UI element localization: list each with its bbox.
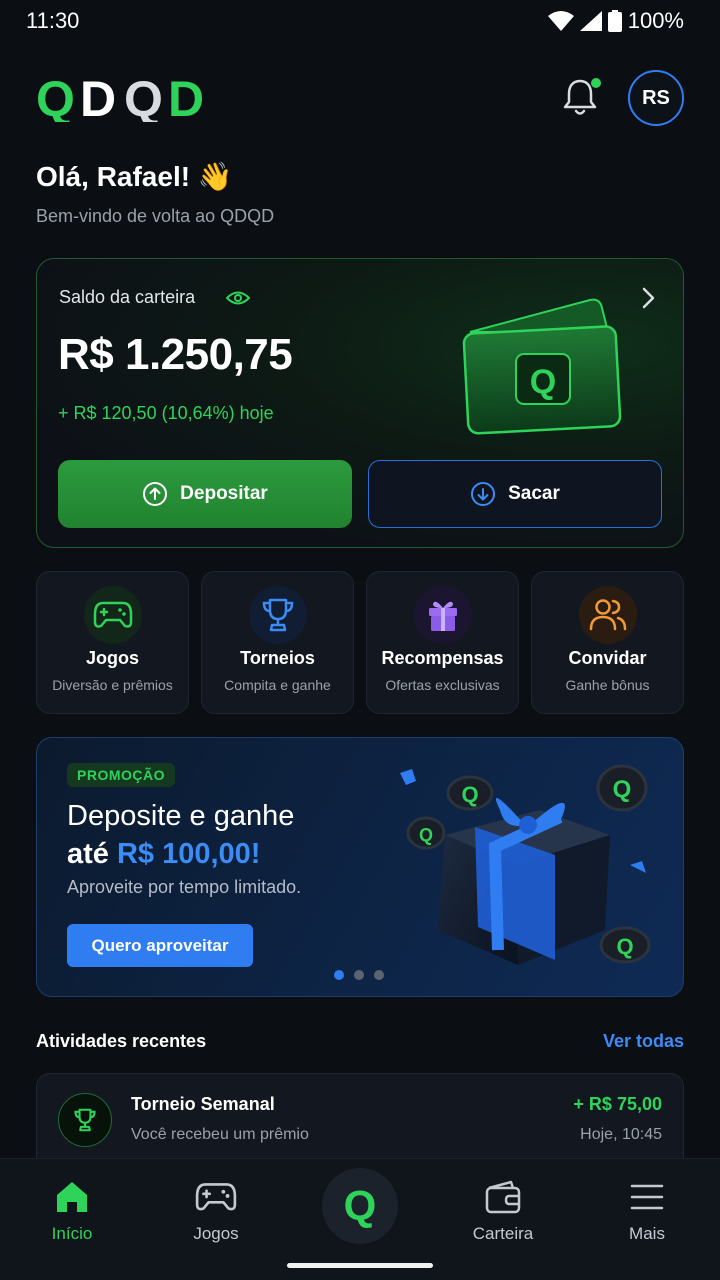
nav-home[interactable]: Início bbox=[17, 1178, 127, 1244]
activity-title: Torneio Semanal bbox=[131, 1094, 275, 1114]
withdraw-button[interactable]: Sacar bbox=[368, 460, 662, 528]
svg-text:Q: Q bbox=[616, 934, 633, 959]
wallet-label: Saldo da carteira bbox=[59, 287, 196, 307]
svg-text:D: D bbox=[168, 72, 204, 122]
gamepad-icon bbox=[195, 1183, 237, 1211]
quick-action-subtitle: Ganhe bônus bbox=[565, 677, 650, 693]
wifi-icon bbox=[547, 11, 574, 31]
quick-action-title: Recompensas bbox=[381, 648, 504, 668]
svg-text:Q: Q bbox=[124, 72, 163, 122]
quick-action-subtitle: Diversão e prêmios bbox=[52, 677, 173, 693]
home-icon bbox=[57, 1182, 87, 1212]
nav-label: Mais bbox=[629, 1224, 665, 1243]
carousel-dot[interactable] bbox=[374, 970, 384, 980]
quick-action-subtitle: Compita e ganhe bbox=[224, 677, 331, 693]
promo-subtitle: Aproveite por tempo limitado. bbox=[67, 877, 302, 897]
qdqd-logo: Q D Q D bbox=[36, 72, 204, 122]
wallet-illustration: Q bbox=[462, 298, 622, 435]
quick-action-tournaments[interactable]: Torneios Compita e ganhe bbox=[201, 571, 354, 714]
gamepad-icon bbox=[83, 586, 142, 644]
svg-text:Q: Q bbox=[36, 72, 75, 122]
eye-icon[interactable] bbox=[226, 289, 250, 307]
status-time: 11:30 bbox=[26, 8, 80, 33]
greeting-subtitle: Bem-vindo de volta ao QDQD bbox=[36, 206, 275, 226]
promo-title: Deposite e ganhe até R$ 100,00! bbox=[67, 797, 294, 873]
wallet-icon bbox=[485, 1180, 521, 1214]
quick-action-rewards[interactable]: Recompensas Ofertas exclusivas bbox=[366, 571, 519, 714]
trophy-icon bbox=[248, 586, 307, 644]
signal-icon bbox=[579, 11, 602, 31]
home-indicator bbox=[287, 1263, 433, 1268]
svg-text:Q: Q bbox=[530, 363, 556, 401]
nav-label: Carteira bbox=[472, 1224, 534, 1243]
avatar[interactable]: RS bbox=[628, 70, 684, 126]
arrow-up-circle-icon bbox=[143, 482, 168, 506]
quick-action-title: Torneios bbox=[240, 648, 315, 668]
q-logo-icon: Q bbox=[344, 1184, 377, 1228]
promo-title-prefix: até bbox=[67, 838, 117, 870]
quick-action-subtitle: Ofertas exclusivas bbox=[385, 677, 500, 693]
nav-games[interactable]: Jogos bbox=[161, 1178, 271, 1244]
quick-action-games[interactable]: Jogos Diversão e prêmios bbox=[36, 571, 189, 714]
nav-label: Início bbox=[51, 1224, 93, 1243]
carousel-dot[interactable] bbox=[354, 970, 364, 980]
nav-more[interactable]: Mais bbox=[592, 1178, 702, 1244]
status-icons: 100% bbox=[547, 8, 684, 34]
promo-badge: PROMOÇÃO bbox=[67, 763, 175, 787]
quick-action-title: Jogos bbox=[85, 648, 139, 668]
greeting-title: Olá, Rafael! 👋 bbox=[36, 161, 233, 192]
gift-box-illustration: Q Q Q Q bbox=[400, 764, 651, 965]
nav-wallet[interactable]: Carteira bbox=[448, 1178, 558, 1244]
recent-activities-title: Atividades recentes bbox=[36, 1031, 207, 1051]
withdraw-label: Sacar bbox=[508, 483, 560, 504]
svg-text:Q: Q bbox=[344, 1184, 377, 1228]
quick-action-invite[interactable]: Convidar Ganhe bônus bbox=[531, 571, 684, 714]
activity-amount: + R$ 75,00 bbox=[573, 1094, 662, 1114]
svg-text:Q: Q bbox=[613, 776, 632, 803]
trophy-icon bbox=[58, 1093, 112, 1147]
chevron-right-icon[interactable] bbox=[640, 286, 658, 310]
battery-level: 100% bbox=[627, 8, 684, 33]
svg-text:D: D bbox=[80, 72, 116, 122]
users-icon bbox=[578, 586, 637, 644]
nav-center-q-button[interactable]: Q bbox=[322, 1168, 398, 1244]
wallet-balance: R$ 1.250,75 bbox=[58, 330, 293, 379]
menu-icon bbox=[630, 1184, 664, 1210]
notification-dot bbox=[591, 78, 601, 88]
svg-text:Q: Q bbox=[461, 782, 478, 807]
nav-label: Jogos bbox=[193, 1224, 239, 1243]
quick-action-title: Convidar bbox=[568, 648, 647, 668]
promo-title-highlight: R$ 100,00! bbox=[116, 838, 261, 870]
svg-text:Q: Q bbox=[419, 825, 433, 845]
activity-subtitle: Você recebeu um prêmio bbox=[131, 1126, 309, 1143]
wallet-change: + R$ 120,50 (10,64%) hoje bbox=[58, 403, 274, 423]
activity-time: Hoje, 10:45 bbox=[580, 1126, 662, 1143]
gift-icon bbox=[413, 586, 472, 644]
arrow-down-circle-icon bbox=[471, 482, 496, 506]
deposit-label: Depositar bbox=[180, 483, 268, 504]
promo-cta-button[interactable]: Quero aproveitar bbox=[67, 924, 253, 967]
see-all-link[interactable]: Ver todas bbox=[603, 1031, 684, 1052]
carousel-dot[interactable] bbox=[334, 970, 344, 980]
deposit-button[interactable]: Depositar bbox=[58, 460, 352, 528]
promo-title-line1: Deposite e ganhe bbox=[67, 800, 295, 832]
battery-icon bbox=[607, 10, 622, 32]
carousel-dots bbox=[334, 970, 384, 980]
